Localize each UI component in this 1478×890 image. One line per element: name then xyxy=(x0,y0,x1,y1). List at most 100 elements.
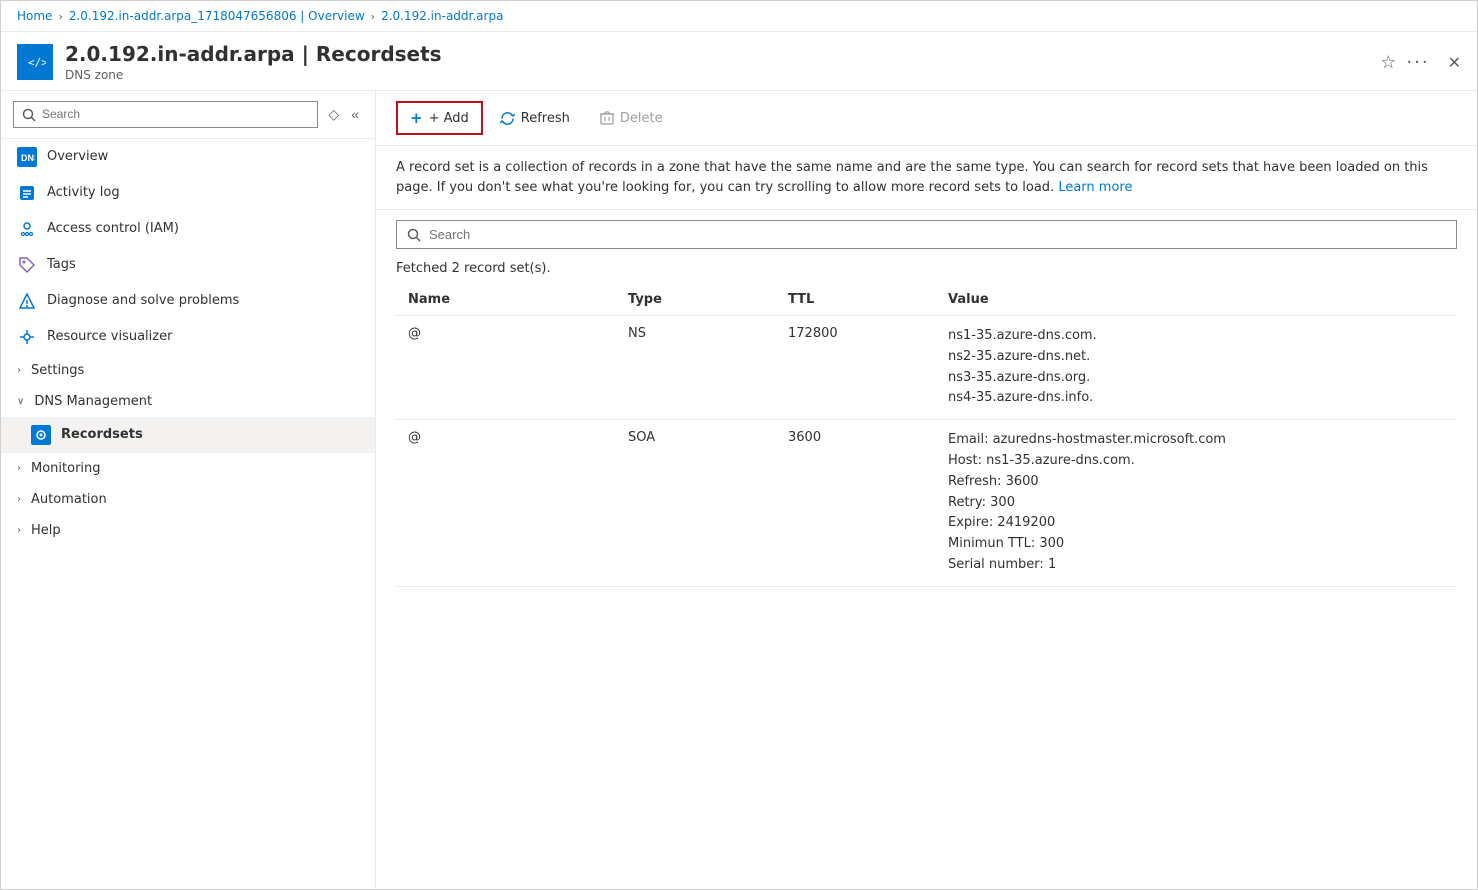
breadcrumb-sep-1: › xyxy=(58,10,62,23)
dns-management-chevron-icon: ∨ xyxy=(17,396,24,407)
page-subtitle: DNS zone xyxy=(65,68,1368,82)
cell-type: SOA xyxy=(616,420,776,587)
main-container: Home › 2.0.192.in-addr.arpa_171804765680… xyxy=(0,0,1478,890)
sidebar-item-tags-label: Tags xyxy=(47,257,359,272)
sidebar-item-automation-label: Automation xyxy=(31,492,359,507)
tag-icon xyxy=(17,255,37,275)
records-table: Name Type TTL Value @NS172800ns1-35.azur… xyxy=(396,284,1457,587)
cell-name: @ xyxy=(396,420,616,587)
sidebar-item-monitoring-label: Monitoring xyxy=(31,461,359,476)
table-header-row: Name Type TTL Value xyxy=(396,284,1457,316)
resource-visualizer-icon xyxy=(17,327,37,347)
favorite-icon[interactable]: ☆ xyxy=(1380,52,1396,73)
breadcrumb-overview[interactable]: 2.0.192.in-addr.arpa_1718047656806 | Ove… xyxy=(69,9,365,23)
close-icon[interactable]: ✕ xyxy=(1448,53,1461,72)
table-row[interactable]: @NS172800ns1-35.azure-dns.com. ns2-35.az… xyxy=(396,316,1457,420)
recordsets-icon xyxy=(31,425,51,445)
fetched-text: Fetched 2 record set(s). xyxy=(396,261,551,276)
collapse-button[interactable]: « xyxy=(347,102,363,126)
sidebar-item-iam[interactable]: Access control (IAM) xyxy=(1,211,375,247)
sidebar-item-iam-label: Access control (IAM) xyxy=(47,221,359,236)
description-text: A record set is a collection of records … xyxy=(396,160,1428,195)
monitoring-chevron-icon: › xyxy=(17,463,21,474)
sidebar-item-tags[interactable]: Tags xyxy=(1,247,375,283)
sidebar-item-diagnose[interactable]: Diagnose and solve problems xyxy=(1,283,375,319)
toolbar: + + Add Refresh Delete xyxy=(376,91,1477,146)
main-content: + + Add Refresh Delete A xyxy=(376,91,1477,889)
col-header-type: Type xyxy=(616,284,776,316)
header-icon: </> xyxy=(17,44,53,80)
sidebar-item-activity-label: Activity log xyxy=(47,185,359,200)
svg-text:DNS: DNS xyxy=(21,153,35,163)
fetched-info: Fetched 2 record set(s). xyxy=(376,259,1477,284)
refresh-icon xyxy=(500,111,515,126)
breadcrumb: Home › 2.0.192.in-addr.arpa_171804765680… xyxy=(1,1,1477,32)
sidebar-item-resource-visualizer[interactable]: Resource visualizer xyxy=(1,319,375,355)
diagnose-icon xyxy=(17,291,37,311)
filter-button[interactable]: ◇ xyxy=(324,102,343,127)
sidebar-item-settings[interactable]: › Settings xyxy=(1,355,375,386)
automation-chevron-icon: › xyxy=(17,494,21,505)
delete-label: Delete xyxy=(620,111,663,126)
help-chevron-icon: › xyxy=(17,525,21,536)
refresh-button[interactable]: Refresh xyxy=(487,104,583,133)
sidebar-item-diagnose-label: Diagnose and solve problems xyxy=(47,293,359,308)
settings-chevron-icon: › xyxy=(17,365,21,376)
breadcrumb-zone[interactable]: 2.0.192.in-addr.arpa xyxy=(381,9,503,23)
sidebar-item-dns-management-label: DNS Management xyxy=(34,394,359,409)
breadcrumb-home[interactable]: Home xyxy=(17,9,52,23)
cell-value: ns1-35.azure-dns.com. ns2-35.azure-dns.n… xyxy=(936,316,1457,420)
sidebar-toolbar-actions: ◇ « xyxy=(324,102,363,127)
sidebar-item-activity-log[interactable]: Activity log xyxy=(1,175,375,211)
sidebar-search-box xyxy=(13,101,318,128)
sidebar: ◇ « DNS Overview Act xyxy=(1,91,376,889)
search-input[interactable] xyxy=(42,107,309,121)
sidebar-item-overview-label: Overview xyxy=(47,149,359,164)
col-header-name: Name xyxy=(396,284,616,316)
add-icon: + xyxy=(410,109,423,127)
breadcrumb-sep-2: › xyxy=(371,10,375,23)
delete-button[interactable]: Delete xyxy=(587,104,676,133)
sidebar-item-monitoring[interactable]: › Monitoring xyxy=(1,453,375,484)
more-options-icon[interactable]: ··· xyxy=(1406,52,1429,73)
table-row[interactable]: @SOA3600Email: azuredns-hostmaster.micro… xyxy=(396,420,1457,587)
content-search-area xyxy=(376,210,1477,259)
sidebar-item-resource-viz-label: Resource visualizer xyxy=(47,329,359,344)
delete-icon xyxy=(600,111,614,126)
activity-log-icon xyxy=(17,183,37,203)
search-icon xyxy=(22,107,36,122)
cell-type: NS xyxy=(616,316,776,420)
header-title-group: 2.0.192.in-addr.arpa | Recordsets DNS zo… xyxy=(65,42,1368,82)
content-search-box xyxy=(396,220,1457,249)
svg-text:</>: </> xyxy=(28,56,46,69)
sidebar-item-overview[interactable]: DNS Overview xyxy=(1,139,375,175)
sidebar-search-area: ◇ « xyxy=(1,91,375,139)
sidebar-item-automation[interactable]: › Automation xyxy=(1,484,375,515)
col-header-value: Value xyxy=(936,284,1457,316)
page-header: </> 2.0.192.in-addr.arpa | Recordsets DN… xyxy=(1,32,1477,91)
sidebar-item-recordsets[interactable]: Recordsets xyxy=(1,417,375,453)
description-area: A record set is a collection of records … xyxy=(376,146,1477,210)
learn-more-link[interactable]: Learn more xyxy=(1058,180,1132,195)
body-layout: ◇ « DNS Overview Act xyxy=(1,91,1477,889)
cell-name: @ xyxy=(396,316,616,420)
records-table-container: Name Type TTL Value @NS172800ns1-35.azur… xyxy=(376,284,1477,889)
col-header-ttl: TTL xyxy=(776,284,936,316)
page-title: 2.0.192.in-addr.arpa | Recordsets xyxy=(65,42,1368,66)
content-search-icon xyxy=(407,227,421,242)
sidebar-item-recordsets-label: Recordsets xyxy=(61,427,359,442)
overview-icon: DNS xyxy=(17,147,37,167)
add-label: + Add xyxy=(429,111,469,126)
sidebar-item-help-label: Help xyxy=(31,523,359,538)
content-search-input[interactable] xyxy=(429,227,1446,242)
iam-icon xyxy=(17,219,37,239)
add-button[interactable]: + + Add xyxy=(396,101,483,135)
refresh-label: Refresh xyxy=(521,111,570,126)
cell-ttl: 172800 xyxy=(776,316,936,420)
sidebar-item-dns-management[interactable]: ∨ DNS Management xyxy=(1,386,375,417)
sidebar-nav: DNS Overview Activity log Access contr xyxy=(1,139,375,890)
cell-value: Email: azuredns-hostmaster.microsoft.com… xyxy=(936,420,1457,587)
cell-ttl: 3600 xyxy=(776,420,936,587)
sidebar-item-settings-label: Settings xyxy=(31,363,359,378)
sidebar-item-help[interactable]: › Help xyxy=(1,515,375,546)
